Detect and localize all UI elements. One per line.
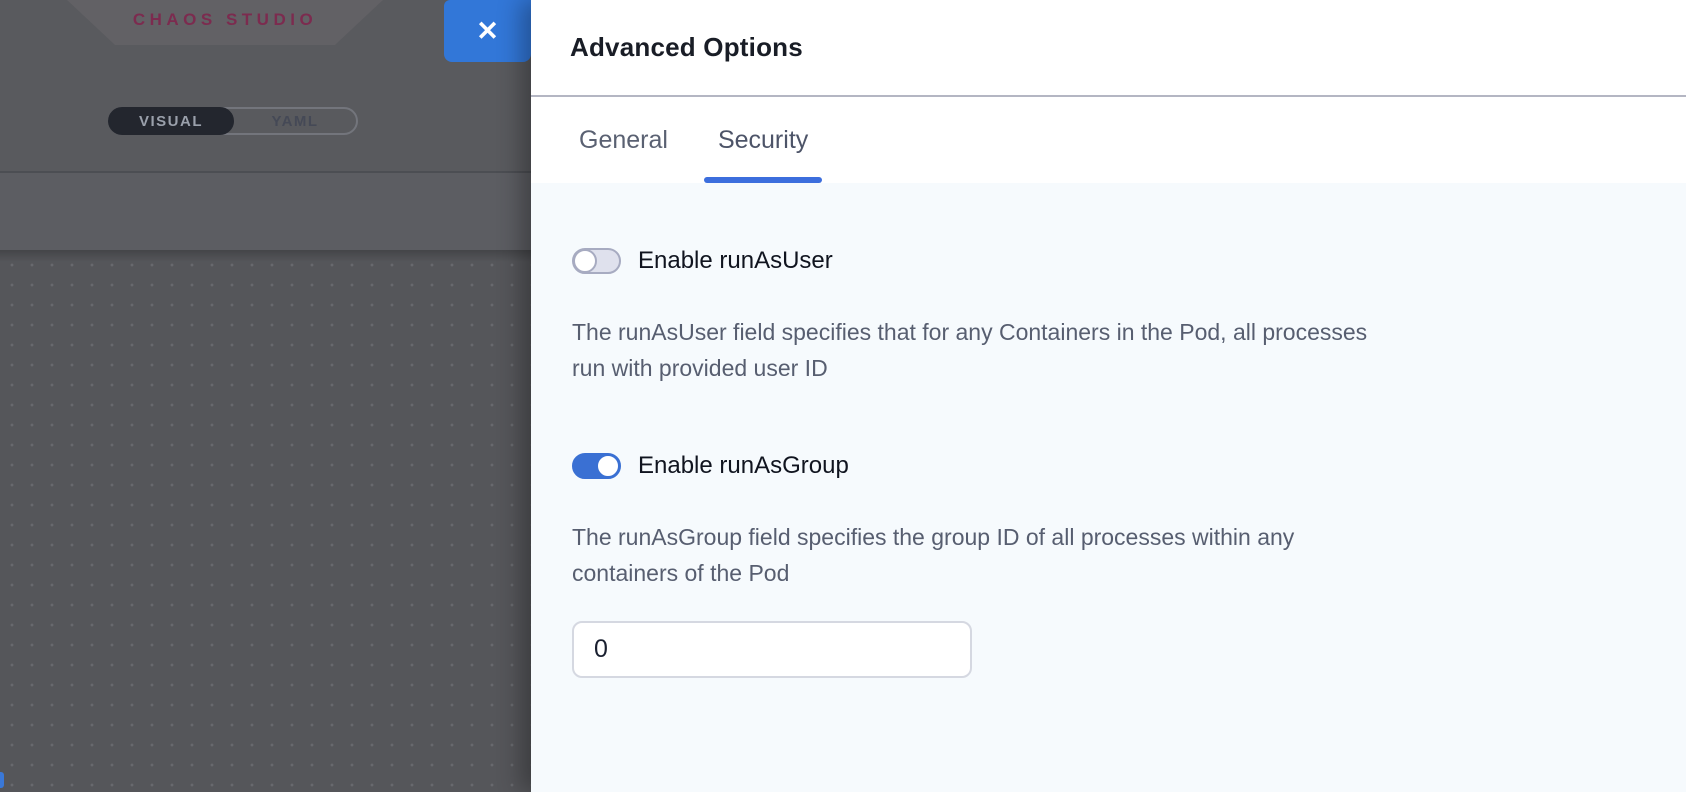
security-tab-panel: Enable runAsUser The runAsUser field spe… — [531, 183, 1686, 792]
toggle-knob — [573, 249, 597, 273]
tab-security[interactable]: Security — [704, 97, 822, 183]
yaml-mode-label: YAML — [271, 113, 318, 130]
app-banner: CHAOS STUDIO — [67, 0, 383, 45]
close-icon: ✕ — [476, 18, 499, 45]
tab-general-label: General — [579, 126, 668, 155]
spacer — [572, 386, 1646, 452]
toggle-knob — [596, 454, 620, 478]
run-as-group-description: The runAsGroup field specifies the group… — [572, 519, 1646, 591]
advanced-options-drawer: Advanced Options General Security Enable… — [531, 0, 1686, 792]
tab-general[interactable]: General — [565, 97, 682, 183]
run-as-group-id-input[interactable] — [572, 621, 972, 678]
visual-yaml-toggle[interactable]: VISUAL YAML — [108, 107, 358, 135]
run-as-user-description: The runAsUser field specifies that for a… — [572, 314, 1646, 386]
visual-mode-tab[interactable]: VISUAL — [108, 107, 234, 135]
enable-run-as-group-label: Enable runAsGroup — [638, 452, 849, 480]
enable-run-as-user-toggle[interactable] — [572, 248, 621, 274]
drawer-title: Advanced Options — [570, 32, 803, 63]
description-line: The runAsGroup field specifies the group… — [572, 519, 1646, 555]
tab-security-label: Security — [718, 126, 808, 155]
enable-run-as-group-toggle[interactable] — [572, 453, 621, 479]
dotted-workflow-canvas[interactable] — [0, 250, 531, 792]
edge-widget-fragment — [0, 772, 4, 788]
description-line: The runAsUser field specifies that for a… — [572, 314, 1646, 350]
description-line: run with provided user ID — [572, 350, 1646, 386]
description-line: containers of the Pod — [572, 555, 1646, 591]
secondary-toolbar-band — [0, 173, 531, 250]
dimmed-background: CHAOS STUDIO VISUAL YAML — [0, 0, 531, 792]
visual-mode-label: VISUAL — [139, 113, 203, 130]
app-title: CHAOS STUDIO — [133, 10, 317, 36]
drawer-header: Advanced Options — [531, 0, 1686, 97]
run-as-group-row: Enable runAsGroup — [572, 452, 1646, 480]
spacer — [572, 591, 1646, 621]
close-drawer-button[interactable]: ✕ — [444, 0, 531, 62]
enable-run-as-user-label: Enable runAsUser — [638, 247, 833, 275]
yaml-mode-tab[interactable]: YAML — [234, 109, 356, 133]
drawer-tabbar: General Security — [531, 97, 1686, 183]
canvas-top-shadow — [0, 250, 531, 262]
run-as-user-row: Enable runAsUser — [572, 247, 1646, 275]
